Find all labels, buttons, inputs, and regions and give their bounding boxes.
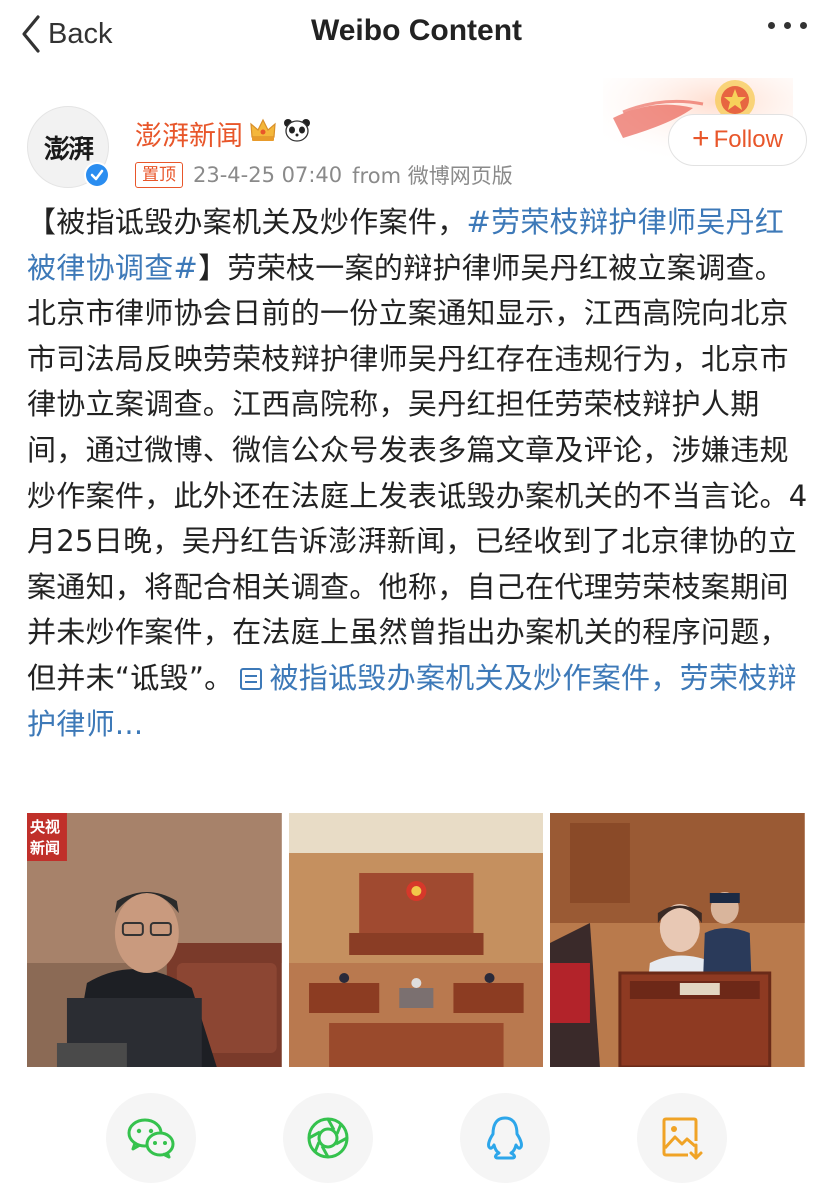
share-bar bbox=[0, 1088, 833, 1200]
post-text-intro: 【被指诋毁办案机关及炒作案件， bbox=[27, 205, 467, 239]
cctv-lawyer-photo[interactable]: 央视 新闻 bbox=[27, 813, 282, 1067]
post-images: 央视 新闻 bbox=[27, 813, 806, 1067]
defendant-photo[interactable] bbox=[550, 813, 806, 1067]
share-moments-button[interactable] bbox=[283, 1093, 373, 1183]
moments-icon bbox=[307, 1117, 349, 1159]
username[interactable]: 澎湃新闻 bbox=[135, 114, 311, 153]
follow-label: Follow bbox=[713, 126, 783, 153]
post-header: 澎湃 澎湃新闻 置顶 23-4-25 07:40 from 微博网页版 + Fo… bbox=[0, 78, 833, 188]
post-timestamp: 23-4-25 07:40 bbox=[193, 163, 343, 187]
more-options-button[interactable] bbox=[768, 22, 807, 29]
save-image-icon bbox=[662, 1117, 703, 1160]
dot-icon bbox=[768, 22, 775, 29]
post-text: 【被指诋毁办案机关及炒作案件，#劳荣枝辩护律师吴丹红被律协调查#】劳荣枝一案的辩… bbox=[27, 200, 812, 747]
post-source: from 微博网页版 bbox=[352, 164, 513, 188]
pinned-badge: 置顶 bbox=[135, 162, 183, 188]
nav-bar: Back Weibo Content bbox=[0, 0, 833, 70]
share-qq-button[interactable] bbox=[460, 1093, 550, 1183]
wechat-icon bbox=[127, 1118, 175, 1159]
panda-icon bbox=[283, 117, 311, 150]
post-text-body: 】劳荣枝一案的辩护律师吴丹红被立案调查。北京市律师协会日前的一份立案通知显示，江… bbox=[27, 250, 808, 695]
dot-icon bbox=[800, 22, 807, 29]
plus-icon: + bbox=[692, 122, 710, 155]
qq-penguin-icon bbox=[487, 1116, 523, 1160]
article-link-icon bbox=[240, 667, 263, 690]
username-text: 澎湃新闻 bbox=[135, 121, 243, 152]
courtroom-photo[interactable] bbox=[288, 813, 544, 1067]
verified-badge-icon bbox=[84, 162, 110, 188]
post-meta: 置顶 23-4-25 07:40 from 微博网页版 bbox=[135, 160, 513, 190]
share-wechat-button[interactable] bbox=[106, 1093, 196, 1183]
cctv-news-label-2: 新闻 bbox=[30, 839, 60, 857]
avatar-logo-text: 澎湃 bbox=[43, 134, 94, 165]
page-title: Weibo Content bbox=[310, 14, 523, 47]
crown-icon bbox=[249, 117, 277, 150]
save-image-button[interactable] bbox=[637, 1093, 727, 1183]
dot-icon bbox=[784, 22, 791, 29]
cctv-news-label: 央视 bbox=[30, 818, 60, 836]
follow-button[interactable]: + Follow bbox=[668, 114, 807, 166]
